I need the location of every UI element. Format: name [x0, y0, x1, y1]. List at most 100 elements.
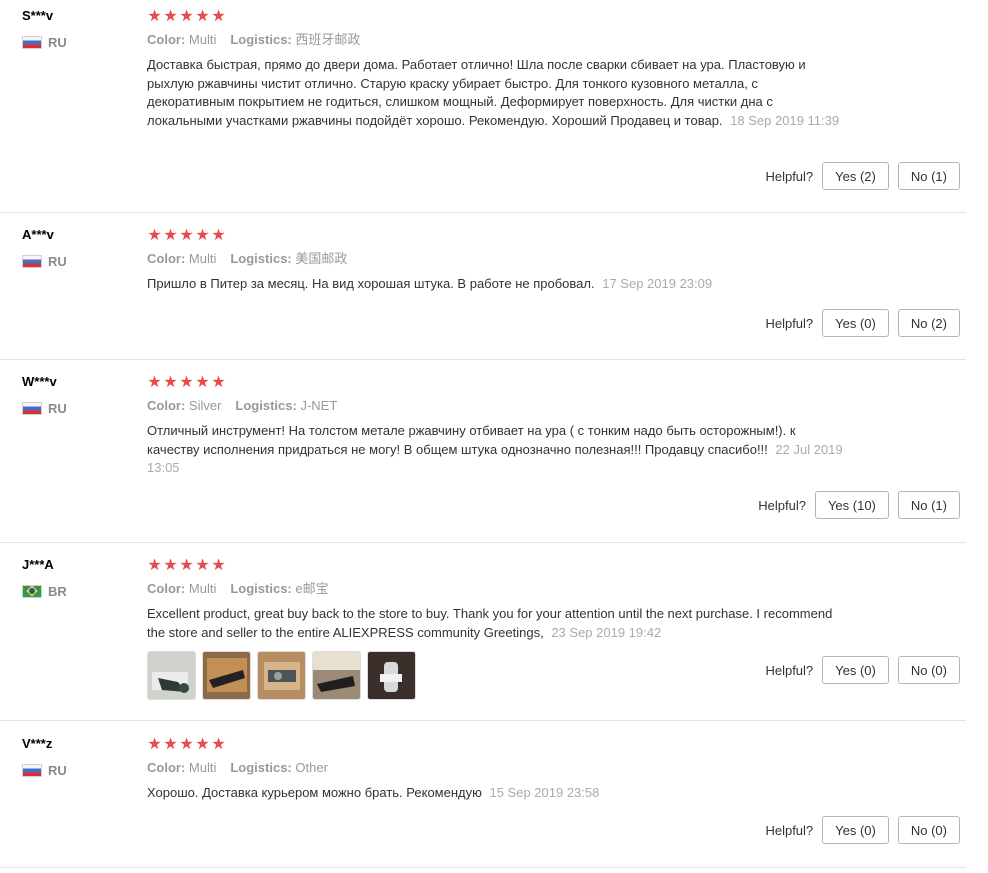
logistics-label: Logistics: — [235, 398, 297, 413]
review-body: Excellent product, great buy back to the… — [147, 606, 833, 640]
review-body: Пришло в Питер за месяц. На вид хорошая … — [147, 276, 595, 291]
helpful-no-button[interactable]: No (0) — [897, 816, 960, 844]
star-icon: ★ — [195, 227, 210, 244]
reviewer-country: RU — [22, 400, 132, 416]
review-photo-thumbnail[interactable] — [147, 651, 196, 700]
helpful-votes: Helpful? Yes (0) No (0) — [765, 656, 960, 684]
star-icon: ★ — [163, 374, 178, 391]
helpful-yes-button[interactable]: Yes (0) — [822, 656, 889, 684]
star-icon: ★ — [163, 736, 178, 753]
review-body: Доставка быстрая, прямо до двери дома. Р… — [147, 57, 806, 128]
review-meta: Color: Multi Logistics: 美国邮政 — [147, 251, 847, 267]
star-icon: ★ — [211, 736, 226, 753]
rating-stars: ★ ★ ★ ★ ★ — [147, 227, 847, 245]
review-body: Отличный инструмент! На толстом метале р… — [147, 423, 796, 457]
star-icon: ★ — [163, 227, 178, 244]
review-item: J***A BR ★ ★ ★ ★ ★ Color: Multi Logistics: e邮… — [0, 549, 966, 721]
reviewer-country: RU — [22, 253, 132, 269]
review-date: 18 Sep 2019 11:39 — [730, 112, 840, 128]
helpful-no-button[interactable]: No (1) — [897, 162, 960, 190]
helpful-label: Helpful? — [765, 168, 814, 184]
star-icon: ★ — [179, 557, 194, 574]
reviewer-name: A***v — [22, 227, 54, 242]
review-meta: Color: Multi Logistics: e邮宝 — [147, 581, 847, 597]
star-icon: ★ — [195, 8, 210, 25]
helpful-yes-button[interactable]: Yes (0) — [822, 816, 889, 844]
review-photo-thumbnail[interactable] — [367, 651, 416, 700]
reviewer-info: W***v RU — [22, 374, 132, 416]
helpful-label: Helpful? — [765, 315, 814, 331]
helpful-yes-button[interactable]: Yes (2) — [822, 162, 889, 190]
logistics-value: J-NET — [300, 398, 338, 413]
star-icon: ★ — [147, 374, 162, 391]
country-code: RU — [48, 400, 67, 416]
helpful-label: Helpful? — [765, 822, 814, 838]
helpful-yes-button[interactable]: Yes (10) — [814, 491, 889, 519]
helpful-votes: Helpful? Yes (0) No (0) — [765, 816, 960, 844]
review-text: Excellent product, great buy back to the… — [147, 605, 847, 642]
rating-stars: ★ ★ ★ ★ ★ — [147, 374, 847, 392]
helpful-no-button[interactable]: No (2) — [897, 309, 960, 337]
country-code: RU — [48, 253, 67, 269]
helpful-label: Helpful? — [765, 662, 814, 678]
star-icon: ★ — [211, 374, 226, 391]
star-icon: ★ — [179, 736, 194, 753]
star-icon: ★ — [179, 8, 194, 25]
star-icon: ★ — [163, 8, 178, 25]
logistics-value: 西班牙邮政 — [295, 32, 361, 47]
country-code: BR — [48, 583, 67, 599]
star-icon: ★ — [195, 374, 210, 391]
logistics-value: e邮宝 — [295, 581, 329, 596]
color-label: Color: — [147, 760, 186, 775]
color-label: Color: — [147, 251, 186, 266]
helpful-no-button[interactable]: No (1) — [897, 491, 960, 519]
russia-flag-icon — [22, 35, 42, 49]
review-content: ★ ★ ★ ★ ★ Color: Multi Logistics: 美国邮政 Пришло… — [147, 227, 847, 294]
reviewer-country: BR — [22, 583, 132, 599]
star-icon: ★ — [211, 557, 226, 574]
star-icon: ★ — [211, 8, 226, 25]
logistics-value: Other — [295, 760, 328, 775]
logistics-label: Logistics: — [230, 760, 292, 775]
helpful-no-button[interactable]: No (0) — [897, 656, 960, 684]
review-meta: Color: Multi Logistics: Other — [147, 760, 847, 776]
reviewer-name: S***v — [22, 8, 54, 23]
review-content: ★ ★ ★ ★ ★ Color: Multi Logistics: e邮宝 Excelle… — [147, 557, 847, 700]
review-photos — [147, 651, 847, 700]
helpful-votes: Helpful? Yes (10) No (1) — [758, 491, 960, 519]
color-value: Silver — [188, 398, 222, 413]
rating-stars: ★ ★ ★ ★ ★ — [147, 736, 847, 754]
review-photo-thumbnail[interactable] — [202, 651, 251, 700]
rating-stars: ★ ★ ★ ★ ★ — [147, 557, 847, 575]
review-item: W***v RU ★ ★ ★ ★ ★ Color: Silver Logistics: J… — [0, 366, 966, 543]
review-body: Хорошо. Доставка курьером можно брать. Р… — [147, 785, 482, 800]
review-date: 15 Sep 2019 23:58 — [489, 785, 600, 800]
star-icon: ★ — [147, 736, 162, 753]
review-date: 17 Sep 2019 23:09 — [602, 276, 713, 291]
reviewer-info: A***v RU — [22, 227, 132, 269]
reviewer-name: V***z — [22, 736, 53, 751]
logistics-label: Logistics: — [230, 581, 292, 596]
helpful-votes: Helpful? Yes (0) No (2) — [765, 309, 960, 337]
star-icon: ★ — [147, 557, 162, 574]
helpful-votes: Helpful? Yes (2) No (1) — [765, 162, 960, 190]
color-value: Multi — [188, 760, 217, 775]
review-photo-thumbnail[interactable] — [312, 651, 361, 700]
star-icon: ★ — [211, 227, 226, 244]
review-item: V***z RU ★ ★ ★ ★ ★ Color: Multi Logistics: Ot… — [0, 728, 966, 868]
helpful-label: Helpful? — [758, 497, 806, 513]
review-photo-thumbnail[interactable] — [257, 651, 306, 700]
review-date: 23 Sep 2019 19:42 — [551, 624, 662, 640]
color-label: Color: — [147, 398, 186, 413]
star-icon: ★ — [147, 8, 162, 25]
reviewer-info: V***z RU — [22, 736, 132, 778]
country-code: RU — [48, 34, 67, 50]
review-meta: Color: Silver Logistics: J-NET — [147, 398, 847, 414]
color-value: Multi — [188, 581, 217, 596]
star-icon: ★ — [195, 736, 210, 753]
color-value: Multi — [188, 251, 217, 266]
logistics-value: 美国邮政 — [295, 251, 348, 266]
helpful-yes-button[interactable]: Yes (0) — [822, 309, 889, 337]
review-item: S***v RU ★ ★ ★ ★ ★ Color: Multi Logistics: 西班… — [0, 0, 966, 213]
color-label: Color: — [147, 32, 186, 47]
